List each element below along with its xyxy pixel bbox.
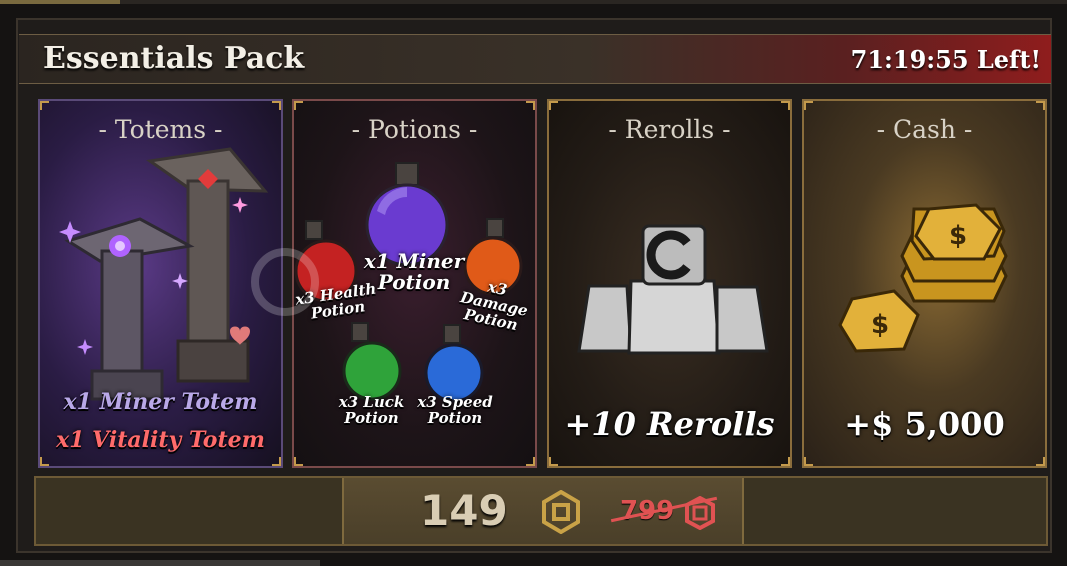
svg-text:$: $ xyxy=(871,310,889,340)
pack-header: Essentials Pack 71:19:55 Left! xyxy=(19,34,1051,84)
potion-item-luck: x3 Luck Potion xyxy=(338,393,405,427)
bottom-divider xyxy=(0,560,320,566)
robux-icon xyxy=(542,490,580,534)
top-bar xyxy=(0,0,1067,4)
totem-item-vitality: x1 Vitality Totem xyxy=(56,427,265,453)
card-potions[interactable]: - Potions - x1 Miner Potion x3 Health Po… xyxy=(292,99,537,468)
pack-title: Essentials Pack xyxy=(43,41,305,76)
potion-item-speed: x3 Speed Potion xyxy=(417,393,493,427)
totem-item-miner: x1 Miner Totem xyxy=(63,389,258,415)
card-cash[interactable]: - Cash - $ $ +$ 5,000 xyxy=(802,99,1047,468)
top-bar-accent xyxy=(0,0,120,4)
rerolls-reward: +10 Rerolls xyxy=(564,405,775,443)
card-totems[interactable]: - Totems - x1 Miner Totem x1 Vitality To… xyxy=(38,99,283,468)
svg-text:$: $ xyxy=(949,221,967,251)
purchase-price: 149 xyxy=(420,486,508,535)
pack-timer: 71:19:55 Left! xyxy=(850,45,1041,74)
cash-reward: +$ 5,000 xyxy=(844,405,1005,443)
card-rerolls[interactable]: - Rerolls - +10 Rerolls xyxy=(547,99,792,468)
